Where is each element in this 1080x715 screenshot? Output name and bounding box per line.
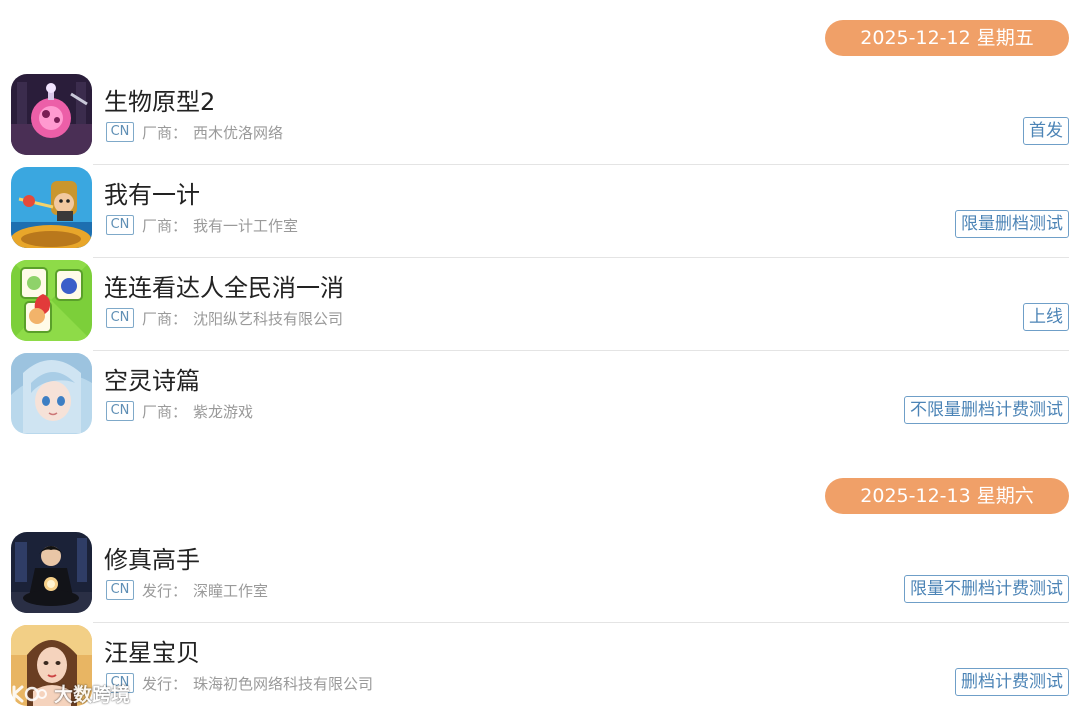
game-title[interactable]: 修真高手	[104, 540, 200, 575]
warrior-character-icon[interactable]	[11, 167, 92, 248]
release-tag: 限量删档测试	[955, 210, 1069, 238]
region-badge: CN	[106, 401, 134, 421]
game-meta: CN 发行： 珠海初色网络科技有限公司	[106, 673, 373, 693]
game-meta: CN 厂商： 西木优洛网络	[106, 122, 283, 142]
game-meta: CN 厂商： 紫龙游戏	[106, 401, 253, 421]
region-badge: CN	[106, 215, 134, 235]
game-title[interactable]: 生物原型2	[104, 82, 215, 117]
game-list-item[interactable]: 连连看达人全民消一消 CN 厂商： 沈阳纵艺科技有限公司 上线	[0, 258, 1080, 351]
region-badge: CN	[106, 308, 134, 328]
release-tag: 限量不删档计费测试	[904, 575, 1069, 603]
game-title[interactable]: 我有一计	[104, 175, 200, 210]
watermark-logo-icon	[12, 685, 47, 702]
watermark-text: 大数跨境	[54, 684, 131, 706]
region-badge: CN	[106, 122, 134, 142]
meta-label: 厂商：	[142, 402, 188, 421]
meta-value: 珠海初色网络科技有限公司	[193, 674, 374, 693]
game-list-item[interactable]: 空灵诗篇 CN 厂商： 紫龙游戏 不限量删档计费测试	[0, 351, 1080, 444]
meta-value: 西木优洛网络	[193, 123, 284, 142]
meditating-man-icon[interactable]	[11, 532, 92, 613]
meta-label: 发行：	[142, 581, 188, 600]
date-section: 2025-12-12 星期五 生物原型2 CN 厂商： 西木优洛网络 首发 我有…	[0, 0, 1080, 444]
date-section: 2025-12-13 星期六 修真高手 CN 发行： 深瞳工作室 限量不删档计费…	[0, 458, 1080, 715]
game-meta: CN 厂商： 我有一计工作室	[106, 215, 298, 235]
meta-value: 我有一计工作室	[193, 216, 299, 235]
game-list-item[interactable]: 修真高手 CN 发行： 深瞳工作室 限量不删档计费测试	[0, 530, 1080, 623]
fruit-tiles-icon[interactable]	[11, 260, 92, 341]
meta-value: 紫龙游戏	[193, 402, 254, 421]
meta-label: 发行：	[142, 674, 188, 693]
release-tag: 上线	[1023, 303, 1069, 331]
pink-creature-icon[interactable]	[11, 74, 92, 155]
watermark: 大数跨境	[10, 680, 130, 707]
game-title[interactable]: 连连看达人全民消一消	[104, 268, 344, 303]
meta-label: 厂商：	[142, 123, 188, 142]
release-tag: 不限量删档计费测试	[904, 396, 1069, 424]
game-meta: CN 厂商： 沈阳纵艺科技有限公司	[106, 308, 343, 328]
anime-girl-icon[interactable]	[11, 353, 92, 434]
game-title[interactable]: 空灵诗篇	[104, 361, 200, 396]
meta-label: 厂商：	[142, 309, 188, 328]
release-tag: 删档计费测试	[955, 668, 1069, 696]
game-meta: CN 发行： 深瞳工作室	[106, 580, 268, 600]
date-header: 2025-12-12 星期五	[0, 0, 1080, 72]
region-badge: CN	[106, 580, 134, 600]
meta-value: 沈阳纵艺科技有限公司	[193, 309, 344, 328]
date-pill: 2025-12-13 星期六	[825, 478, 1069, 514]
meta-value: 深瞳工作室	[193, 581, 269, 600]
release-tag: 首发	[1023, 117, 1069, 145]
date-header: 2025-12-13 星期六	[0, 458, 1080, 530]
game-title[interactable]: 汪星宝贝	[104, 633, 200, 668]
game-list-item[interactable]: 汪星宝贝 CN 发行： 珠海初色网络科技有限公司 删档计费测试	[0, 623, 1080, 715]
game-list-item[interactable]: 生物原型2 CN 厂商： 西木优洛网络 首发	[0, 72, 1080, 165]
meta-label: 厂商：	[142, 216, 188, 235]
date-pill: 2025-12-12 星期五	[825, 20, 1069, 56]
game-list-item[interactable]: 我有一计 CN 厂商： 我有一计工作室 限量删档测试	[0, 165, 1080, 258]
